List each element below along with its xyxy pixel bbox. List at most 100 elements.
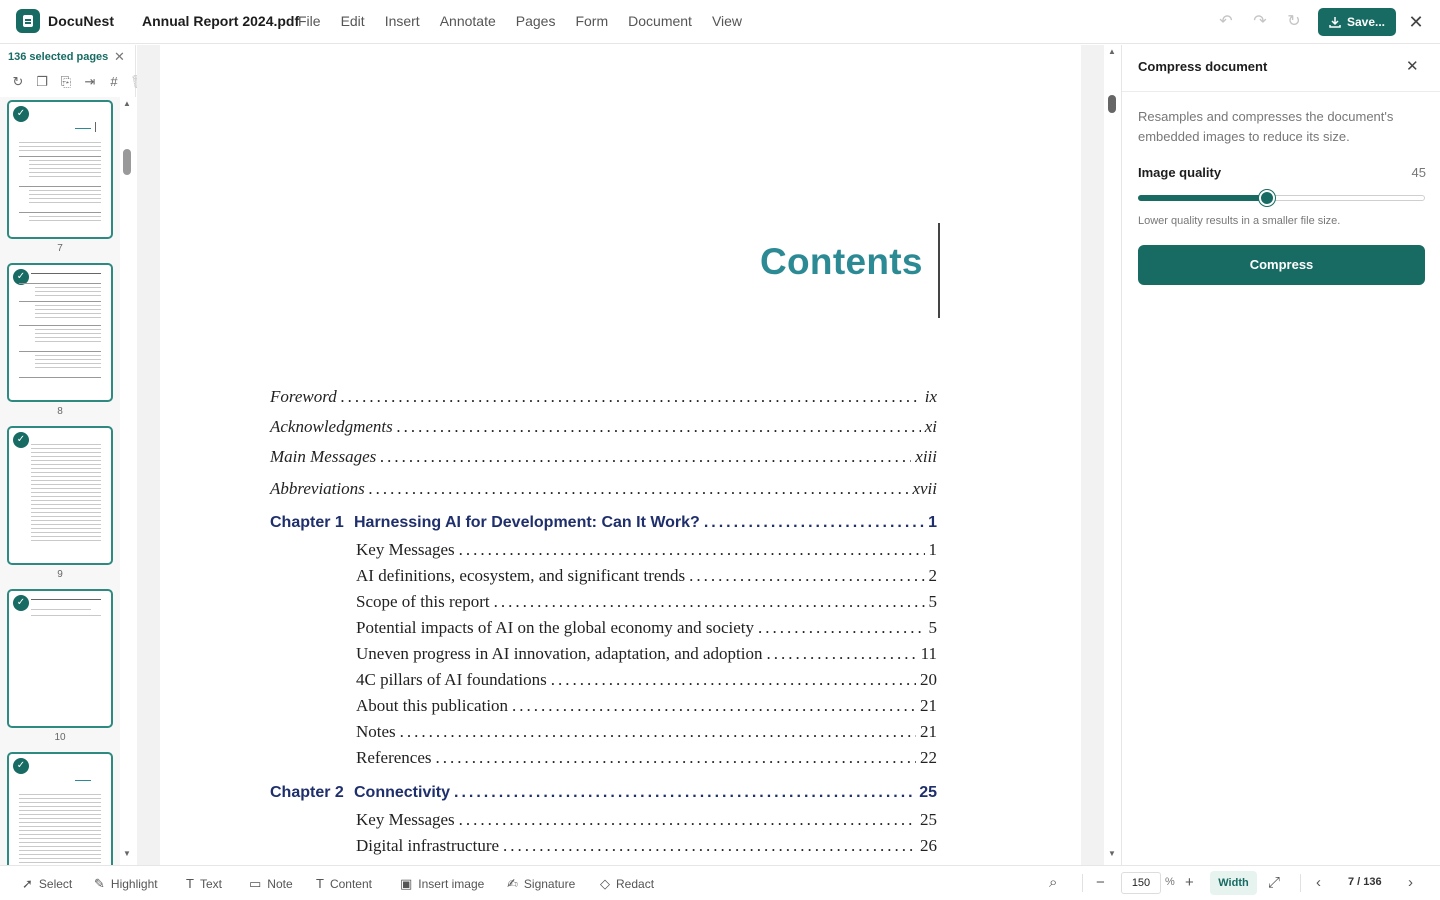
page-thumbnail[interactable]: ✓ bbox=[7, 100, 113, 239]
fit-width-button[interactable]: Width bbox=[1210, 871, 1257, 895]
toc-entry[interactable]: Digital infrastructure 26 bbox=[356, 836, 937, 856]
toc-entry[interactable]: AI definitions, ecosystem, and significa… bbox=[356, 566, 937, 586]
toc-entry[interactable]: About this publication 21 bbox=[356, 696, 937, 716]
previous-page-icon[interactable]: ‹ bbox=[1316, 874, 1321, 891]
zoom-in-icon[interactable]: + bbox=[1185, 874, 1194, 891]
menu-file[interactable]: File bbox=[298, 13, 321, 29]
toc-leader bbox=[767, 644, 917, 664]
highlight-tool[interactable]: ✎ Highlight bbox=[94, 876, 158, 892]
document-scrollbar[interactable]: ▲ ▼ bbox=[1104, 45, 1120, 865]
page-thumbnail[interactable]: ✓ bbox=[7, 589, 113, 728]
eraser-icon: ◇ bbox=[600, 876, 610, 891]
insert-page-icon[interactable]: ⎘ bbox=[58, 74, 74, 90]
signature-icon: ✍ bbox=[507, 876, 518, 891]
heading-rule bbox=[938, 223, 940, 318]
page-thumbnail[interactable]: ✓ bbox=[7, 426, 113, 565]
scroll-up-icon[interactable]: ▲ bbox=[1108, 47, 1116, 56]
panel-title: Compress document bbox=[1138, 59, 1268, 74]
fullscreen-icon[interactable]: ⤢ bbox=[1268, 874, 1280, 891]
tool-label: Highlight bbox=[110, 877, 158, 891]
menu-pages[interactable]: Pages bbox=[516, 13, 556, 29]
top-bar: DocuNest Annual Report 2024.pdf File Edi… bbox=[0, 0, 1440, 44]
menu-annotate[interactable]: Annotate bbox=[440, 13, 496, 29]
select-tool[interactable]: ➚ Select bbox=[22, 876, 72, 892]
app-logo-icon bbox=[16, 9, 40, 33]
toc-entry-page: 26 bbox=[920, 836, 937, 855]
toc-entry[interactable]: Notes 21 bbox=[356, 722, 937, 742]
zoom-input[interactable]: 150 bbox=[1121, 872, 1161, 894]
toc-entry[interactable]: References 22 bbox=[356, 748, 937, 768]
toc-entry[interactable]: Main Messages xiii bbox=[270, 447, 937, 467]
signature-tool[interactable]: ✍ Signature bbox=[507, 876, 575, 892]
clear-selection-icon[interactable]: ✕ bbox=[114, 49, 125, 65]
toc-leader bbox=[436, 748, 916, 768]
menu-document[interactable]: Document bbox=[628, 13, 692, 29]
toc-entry[interactable]: Acknowledgments xi bbox=[270, 417, 937, 437]
save-button[interactable]: Save... bbox=[1318, 8, 1396, 36]
chapter-number: Chapter 1 bbox=[270, 514, 344, 531]
scrollbar-thumb[interactable] bbox=[1108, 95, 1116, 113]
refresh-icon[interactable]: ↻ bbox=[1284, 12, 1304, 32]
undo-icon[interactable]: ↶ bbox=[1216, 12, 1236, 32]
toc-chapter[interactable]: Chapter 1 Harnessing AI for Development:… bbox=[270, 514, 937, 532]
toc-entry[interactable]: Abbreviations xvii bbox=[270, 479, 937, 499]
compress-panel: Compress document ✕ Resamples and compre… bbox=[1121, 45, 1440, 865]
insert-image-tool[interactable]: ▣ Insert image bbox=[400, 876, 484, 892]
toc-entry[interactable]: Potential impacts of AI on the global ec… bbox=[356, 618, 937, 638]
toc-leader bbox=[369, 479, 909, 499]
document-page: Contents Foreword ix Acknowledgments xi … bbox=[160, 45, 1081, 865]
checkmark-icon: ✓ bbox=[13, 432, 29, 448]
page-thumbnail[interactable]: ✓ bbox=[7, 263, 113, 402]
text-tool[interactable]: T Text bbox=[186, 876, 222, 891]
scrollbar-thumb[interactable] bbox=[123, 149, 131, 175]
toc-leader bbox=[341, 387, 921, 407]
toc-entry[interactable]: Foreword ix bbox=[270, 387, 937, 407]
scroll-down-icon[interactable]: ▼ bbox=[123, 849, 131, 858]
toc-entry[interactable]: Key Messages 1 bbox=[356, 540, 937, 560]
search-icon[interactable]: ⌕ bbox=[1049, 874, 1057, 891]
zoom-out-icon[interactable]: − bbox=[1096, 874, 1105, 891]
tool-label: Select bbox=[38, 877, 73, 891]
toc-entry[interactable]: 4C pillars of AI foundations 20 bbox=[356, 670, 937, 690]
duplicate-icon[interactable]: ❐ bbox=[34, 74, 50, 90]
compress-button[interactable]: Compress bbox=[1138, 245, 1425, 285]
tool-label: Note bbox=[267, 877, 293, 891]
toc-chapter[interactable]: Chapter 2 Connectivity 25 bbox=[270, 784, 937, 802]
page-thumbnail[interactable]: ✓ bbox=[7, 752, 113, 865]
chapter-number: Chapter 2 bbox=[270, 784, 344, 801]
note-tool[interactable]: ▭ Note bbox=[249, 876, 293, 892]
close-panel-icon[interactable]: ✕ bbox=[1406, 57, 1419, 75]
toc-entry-title: AI definitions, ecosystem, and significa… bbox=[356, 566, 686, 585]
scroll-down-icon[interactable]: ▼ bbox=[1108, 849, 1116, 858]
menu-view[interactable]: View bbox=[712, 13, 742, 29]
close-icon[interactable]: ✕ bbox=[1406, 12, 1426, 32]
toc-leader bbox=[704, 514, 924, 532]
extract-icon[interactable]: ⇥ bbox=[82, 74, 98, 90]
scroll-up-icon[interactable]: ▲ bbox=[123, 99, 131, 108]
menu-form[interactable]: Form bbox=[575, 13, 608, 29]
content-tool[interactable]: T Content bbox=[316, 876, 372, 891]
toc-entry-title: References bbox=[356, 748, 432, 767]
document-viewer[interactable]: Contents Foreword ix Acknowledgments xi … bbox=[137, 45, 1120, 865]
redo-icon[interactable]: ↷ bbox=[1250, 12, 1270, 32]
toc-entry-title: Acknowledgments bbox=[270, 417, 393, 436]
toc-entry-page: xiii bbox=[915, 447, 937, 466]
thumbnail-scrollbar[interactable]: ▲ ▼ bbox=[120, 97, 136, 865]
slider-handle[interactable] bbox=[1259, 190, 1275, 206]
menu-edit[interactable]: Edit bbox=[341, 13, 365, 29]
page-thumbnails-sidebar: 136 selected pages ✕ ↻ ❐ ⎘ ⇥ # 🗑 ✓ bbox=[0, 45, 147, 865]
redact-tool[interactable]: ◇ Redact bbox=[600, 876, 654, 892]
next-page-icon[interactable]: › bbox=[1408, 874, 1413, 891]
toc-entry[interactable]: Key Messages 25 bbox=[356, 810, 937, 830]
thumbnail-list[interactable]: ✓ 7 ✓ 8 ✓ 9 ✓ 10 ✓ bbox=[0, 97, 120, 865]
rotate-icon[interactable]: ↻ bbox=[10, 74, 26, 90]
toc-entry[interactable]: Uneven progress in AI innovation, adapta… bbox=[356, 644, 937, 664]
toc-entry-title: Notes bbox=[356, 722, 396, 741]
toc-entry-page: 20 bbox=[920, 670, 937, 689]
menu-insert[interactable]: Insert bbox=[385, 13, 420, 29]
grid-icon[interactable]: # bbox=[106, 74, 122, 90]
document-title[interactable]: Annual Report 2024.pdf bbox=[142, 13, 299, 29]
thumbnail-page-number: 10 bbox=[54, 732, 66, 743]
toc-entry[interactable]: Scope of this report 5 bbox=[356, 592, 937, 612]
zoom-unit: % bbox=[1165, 876, 1175, 888]
